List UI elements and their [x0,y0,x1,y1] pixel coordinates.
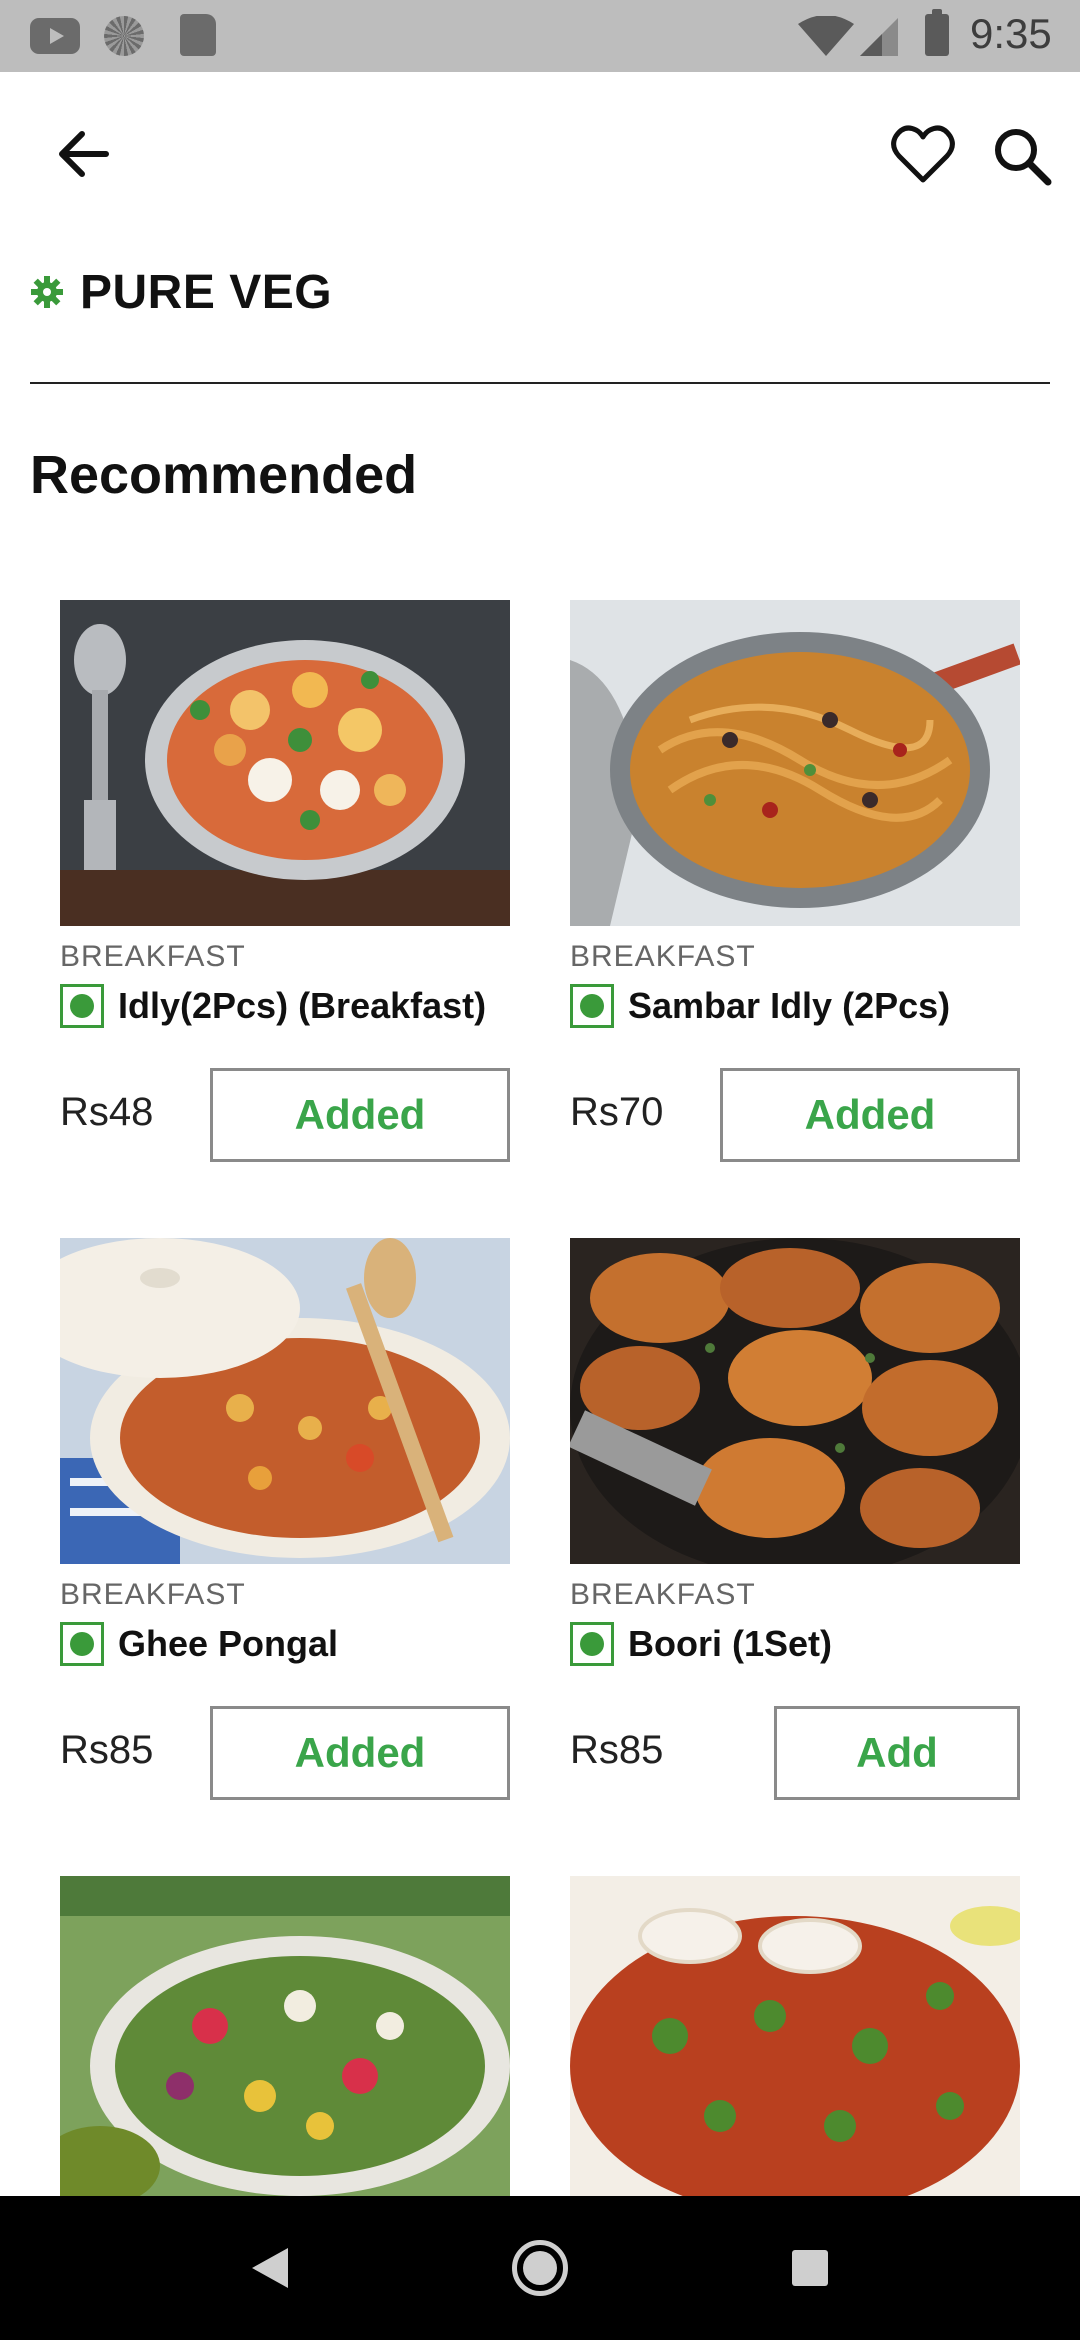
veg-indicator-icon [570,984,614,1028]
nav-back-icon[interactable] [252,2248,288,2288]
veg-gear-icon [31,276,63,308]
item-category: BREAKFAST [570,1578,756,1611]
item-price: Rs70 [570,1090,664,1134]
menu-item-card[interactable]: BREAKFAST Sambar Idly (2Pcs) Rs70 Added [570,600,1020,1162]
food-image [570,600,1020,926]
loading-icon [104,16,144,56]
section-title: Recommended [30,445,418,505]
veg-indicator-icon [60,1622,104,1666]
search-icon[interactable] [990,124,1054,188]
nav-home-icon[interactable] [512,2240,568,2296]
added-button[interactable]: Added [210,1706,510,1800]
item-category: BREAKFAST [60,1578,246,1611]
pure-veg-filter[interactable]: PURE VEG [30,262,332,322]
item-price: Rs85 [60,1728,154,1772]
item-category: BREAKFAST [60,940,246,973]
pure-veg-label: PURE VEG [80,265,333,319]
item-name: Boori (1Set) [628,1623,833,1664]
heart-outline-icon[interactable] [890,122,956,188]
item-name: Sambar Idly (2Pcs) [628,985,951,1026]
system-nav-bar [0,2196,1080,2340]
menu-item-card[interactable]: BREAKFAST Idly(2Pcs) (Breakfast) Rs48 Ad… [60,600,510,1162]
food-image [60,600,510,926]
menu-item-card[interactable]: BREAKFAST Ghee Pongal Rs85 Added [60,1238,510,1800]
sd-card-icon [180,14,216,56]
battery-icon [925,9,949,56]
added-button[interactable]: Added [720,1068,1020,1162]
item-name: Idly(2Pcs) (Breakfast) [118,985,487,1026]
item-name: Ghee Pongal [118,1623,339,1664]
nav-recents-icon[interactable] [792,2250,828,2286]
clock-time: 9:35 [970,10,1052,57]
status-bar: 9:35 [0,0,1080,72]
divider [30,382,1050,384]
item-price: Rs85 [570,1728,664,1772]
menu-item-card[interactable] [570,1876,1020,2196]
added-button[interactable]: Added [210,1068,510,1162]
arrow-left-icon[interactable] [52,122,116,186]
cell-signal-icon [860,18,898,56]
veg-indicator-icon [570,1622,614,1666]
youtube-icon [30,18,80,54]
add-button[interactable]: Add [774,1706,1020,1800]
food-image [60,1238,510,1564]
food-image [570,1238,1020,1564]
veg-indicator-icon [60,984,104,1028]
menu-item-card[interactable]: BREAKFAST Boori (1Set) Rs85 Add [570,1238,1020,1800]
menu-item-card[interactable] [60,1876,510,2196]
food-image [60,1876,510,2196]
item-price: Rs48 [60,1090,154,1134]
wifi-icon [798,16,854,56]
food-image [570,1876,1020,2196]
item-category: BREAKFAST [570,940,756,973]
